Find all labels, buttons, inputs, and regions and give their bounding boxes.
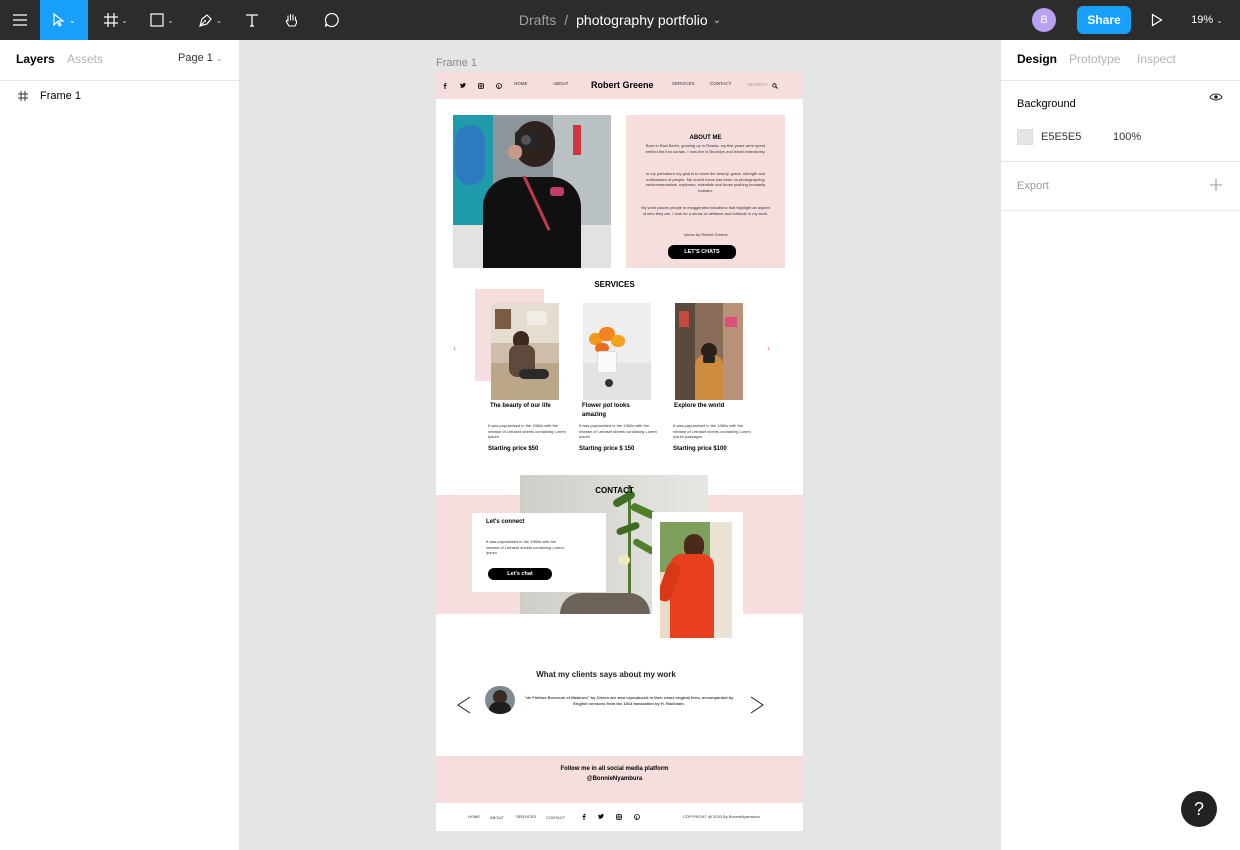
contact-portrait-photo [660,522,732,638]
service-description: It was popularised in the 1960s with the… [579,423,657,439]
about-card: ABOUT ME Born in East Berlin, growing up… [626,115,785,268]
zoom-value: 19% [1191,14,1214,26]
background-heading: Background [1017,98,1076,110]
facebook-icon[interactable] [582,814,586,820]
twitter-icon[interactable] [460,83,466,88]
contact-heading: CONTACT [595,486,634,495]
design-frame[interactable]: HOME ABOUT Robert Greene SERVICES CONTAC… [436,72,803,831]
nav-services-link[interactable]: SERVICES [672,81,695,86]
facebook-icon[interactable] [443,83,447,89]
footer-about-link[interactable]: ABOUT [490,815,504,820]
nav-about-link[interactable]: ABOUT [553,81,569,86]
tab-layers[interactable]: Layers [16,52,55,66]
contact-card-text: It was popularised in the 1960s with the… [486,539,564,555]
help-button[interactable]: ? [1181,791,1217,827]
background-hex-input[interactable]: E5E5E5 [1041,131,1081,143]
contact-card-title: Let's connect [486,519,525,525]
service-description: It was popularised in the 1960s with the… [673,423,751,439]
layer-name: Frame 1 [40,90,81,102]
plus-icon[interactable] [1210,179,1222,191]
service-photo [583,303,651,400]
service-description: It was popularised in the 1960s with the… [488,423,566,439]
chevron-down-icon[interactable]: ⌄ [713,15,721,26]
footer-home-link[interactable]: HOME [468,814,480,819]
pinterest-icon[interactable] [496,83,502,89]
photo-credit: *photo by Robert Greene [683,232,728,237]
pinterest-icon[interactable] [634,814,640,820]
chevron-left-icon[interactable]: ‹ [453,343,456,353]
chevron-down-icon: ⌄ [215,54,223,63]
share-button[interactable]: Share [1077,6,1131,34]
lets-chat-button[interactable]: Let's chat [488,568,552,580]
nav-contact-link[interactable]: CONTACT [710,81,731,86]
footer-copyright: COPYRIGHT @ 2020 By BonnieNyambura [683,814,760,819]
site-nav: HOME ABOUT Robert Greene SERVICES CONTAC… [436,72,803,99]
testimonial-quote: "de Finibus Bonorum et Malorum" by Cicer… [524,695,734,706]
present-button[interactable] [1146,0,1168,40]
background-opacity-input[interactable]: 100% [1113,131,1141,143]
service-photo [675,303,743,400]
tab-design[interactable]: Design [1017,52,1057,66]
about-heading: ABOUT ME [689,135,722,141]
tab-prototype[interactable]: Prototype [1069,52,1120,66]
footer-contact-link[interactable]: CONTACT [546,815,565,820]
contact-portrait-card [652,512,743,640]
chevron-right-icon[interactable] [750,696,764,714]
divider [1001,210,1240,211]
eye-icon[interactable] [1209,92,1223,102]
follow-band: Follow me in all social media platform @… [436,756,803,803]
client-avatar [485,686,515,714]
service-title: Explore the world [674,403,725,409]
toolbar: ⌄ ⌄ ⌄ ⌄ Drafts / photography portfolio ⌄… [0,0,1240,40]
lets-chats-button[interactable]: LET'S CHATS [668,245,736,259]
tab-assets[interactable]: Assets [67,52,103,66]
zoom-dropdown[interactable]: 19% ⌄ [1184,0,1230,40]
instagram-icon[interactable] [616,814,622,820]
tab-inspect[interactable]: Inspect [1137,52,1176,66]
divider [1001,161,1240,162]
service-price: Starting price $100 [673,446,727,452]
services-heading: SERVICES [594,280,635,289]
footer-services-link[interactable]: SERVICES [516,814,536,819]
chevron-left-icon[interactable] [457,696,471,714]
service-title: Flower pot looks amazing [582,403,630,418]
follow-handle[interactable]: @BonnieNyambura [436,776,793,782]
chevron-right-icon[interactable]: › [767,343,770,353]
service-price: Starting price $50 [488,446,539,452]
frame-icon [18,91,28,101]
site-brand[interactable]: Robert Greene [591,80,654,90]
panel-tabs: Design Prototype Inspect [1001,40,1240,81]
about-paragraph: My work places people in exaggerated sit… [641,205,770,216]
play-icon [1151,13,1163,27]
page-label: Page 1 [178,52,213,64]
layers-panel: Layers Assets Page 1 ⌄ Frame 1 [0,40,240,850]
nav-home-link[interactable]: HOME [514,81,528,86]
twitter-icon[interactable] [598,814,604,819]
avatar[interactable]: B [1032,8,1056,32]
breadcrumb-separator: / [564,12,569,28]
breadcrumb-drafts[interactable]: Drafts [519,12,556,28]
layer-row[interactable]: Frame 1 [0,86,239,106]
instagram-icon[interactable] [478,83,484,89]
nav-search-input[interactable]: SEARCH [748,82,767,87]
about-paragraph: In my portraiture my goal is to show the… [645,171,766,193]
about-photo [453,115,611,268]
file-name[interactable]: photography portfolio [576,12,708,28]
chevron-down-icon: ⌄ [1216,15,1223,25]
search-icon[interactable] [772,83,778,89]
service-title: The beauty of our life [490,403,551,409]
page-selector[interactable]: Page 1 ⌄ [178,52,223,64]
panel-tabs: Layers Assets Page 1 ⌄ [0,40,239,81]
color-swatch[interactable] [1017,129,1033,145]
service-photo [491,303,559,400]
service-price: Starting price $ 150 [579,446,635,452]
properties-panel: Design Prototype Inspect Background E5E5… [1000,40,1240,850]
testimonials-heading: What my clients says about my work [536,670,676,679]
follow-text: Follow me in all social media platform [560,766,669,772]
about-paragraph: Born in East Berlin, growing up in Russi… [645,143,766,154]
frame-label[interactable]: Frame 1 [436,57,477,69]
contact-card: Let's connect It was popularised in the … [472,513,606,592]
export-heading: Export [1017,180,1049,192]
